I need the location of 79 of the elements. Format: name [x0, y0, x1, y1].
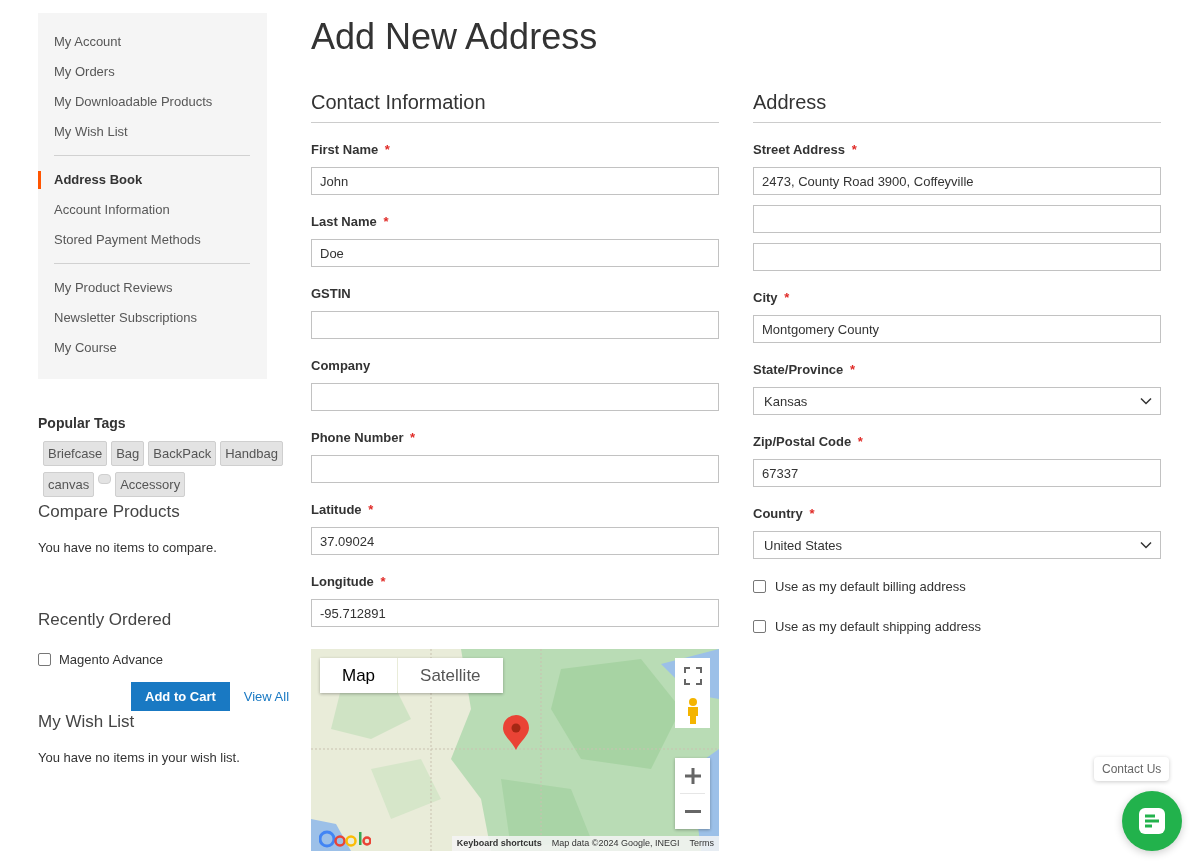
input-field[interactable]: Montgomery County: [753, 315, 1161, 343]
field-label: Longitude *: [311, 573, 387, 591]
nav-item[interactable]: My Course: [38, 339, 267, 357]
view-all-link[interactable]: View All: [243, 689, 290, 704]
add-to-cart-button[interactable]: Add to Cart: [131, 682, 230, 711]
field-label: Company: [311, 357, 372, 375]
chevron-down-icon: [1140, 397, 1152, 405]
shortcuts-link[interactable]: Keyboard shortcuts: [451, 836, 547, 851]
field-label: Country *: [753, 505, 816, 523]
field-label: Zip/Postal Code *: [753, 433, 864, 451]
block-title: Popular Tags: [38, 415, 126, 431]
page-title: Add New Address: [311, 15, 599, 59]
tag-link[interactable]: Accessory: [115, 472, 186, 497]
block-title: My Wish List: [38, 712, 135, 732]
field-label: First Name *: [311, 141, 391, 159]
google-logo: [319, 830, 371, 848]
input-field[interactable]: [311, 311, 719, 339]
field-label: State/Province *: [753, 361, 856, 379]
select-field[interactable]: United States: [753, 531, 1161, 559]
zoom-out-button[interactable]: [675, 794, 710, 829]
input-field[interactable]: -95.712891: [311, 599, 719, 627]
nav-item[interactable]: My Product Reviews: [38, 279, 267, 297]
tag-link[interactable]: BackPack: [148, 441, 217, 466]
minus-icon: [683, 810, 702, 813]
fullscreen-button[interactable]: [675, 658, 710, 693]
terms-link[interactable]: Terms: [684, 836, 719, 851]
nav-item[interactable]: Account Information: [38, 201, 267, 219]
empty-message: You have no items to compare.: [38, 540, 217, 555]
checkbox[interactable]: [38, 653, 51, 666]
tag-link[interactable]: Handbag: [220, 441, 283, 466]
plus-icon: [683, 766, 702, 785]
input-field[interactable]: 67337: [753, 459, 1161, 487]
input-field[interactable]: [753, 205, 1161, 233]
chat-button[interactable]: [1122, 791, 1182, 851]
nav-item[interactable]: My Downloadable Products: [38, 93, 267, 111]
nav-item[interactable]: My Orders: [38, 63, 267, 81]
field-label: Street Address *: [753, 141, 858, 159]
input-field[interactable]: John: [311, 167, 719, 195]
input-field[interactable]: Doe: [311, 239, 719, 267]
nav-item[interactable]: Newsletter Subscriptions: [38, 309, 267, 327]
field-label: GSTIN: [311, 285, 352, 303]
input-field[interactable]: 2473, County Road 3900, Coffeyville: [753, 167, 1161, 195]
checkbox-label: Use as my default billing address: [775, 579, 966, 594]
map-attribution: Map data ©2024 Google, INEGI: [550, 837, 681, 850]
input-field[interactable]: [753, 243, 1161, 271]
input-field[interactable]: [311, 383, 719, 411]
section-title: Contact Information: [311, 91, 719, 123]
select-field[interactable]: Kansas: [753, 387, 1161, 415]
tag-link[interactable]: canvas: [43, 472, 95, 497]
person-icon: [685, 696, 700, 725]
field-label: Last Name *: [311, 213, 390, 231]
checkbox[interactable]: [753, 620, 766, 633]
field-label: City *: [753, 289, 791, 307]
nav-item[interactable]: My Account: [38, 33, 267, 51]
nav-item[interactable]: Address Book: [38, 171, 267, 189]
empty-tag[interactable]: [98, 474, 112, 484]
fullscreen-icon: [683, 666, 702, 685]
tooltip: Contact Us: [1094, 757, 1170, 781]
tag-link[interactable]: Bag: [111, 441, 145, 466]
chevron-down-icon: [1140, 541, 1152, 549]
block-title: Compare Products: [38, 502, 180, 522]
tag-link[interactable]: Briefcase: [43, 441, 108, 466]
nav-item[interactable]: Stored Payment Methods: [38, 231, 267, 249]
map-type-button[interactable]: Map: [320, 658, 398, 693]
field-label: Latitude *: [311, 501, 375, 519]
field-label: Phone Number *: [311, 429, 417, 447]
section-title: Address: [753, 91, 1161, 123]
checkbox-label: Use as my default shipping address: [775, 619, 981, 634]
nav-item[interactable]: My Wish List: [38, 123, 267, 141]
block-title: Recently Ordered: [38, 610, 172, 630]
map-marker-icon: [502, 715, 530, 751]
input-field[interactable]: 37.09024: [311, 527, 719, 555]
chat-icon: [1138, 807, 1166, 835]
product-name: Magento Advance: [59, 652, 164, 667]
map-type-button[interactable]: Satellite: [398, 658, 503, 693]
empty-message: You have no items in your wish list.: [38, 750, 240, 765]
zoom-in-button[interactable]: [675, 758, 710, 793]
checkbox[interactable]: [753, 580, 766, 593]
input-field[interactable]: [311, 455, 719, 483]
